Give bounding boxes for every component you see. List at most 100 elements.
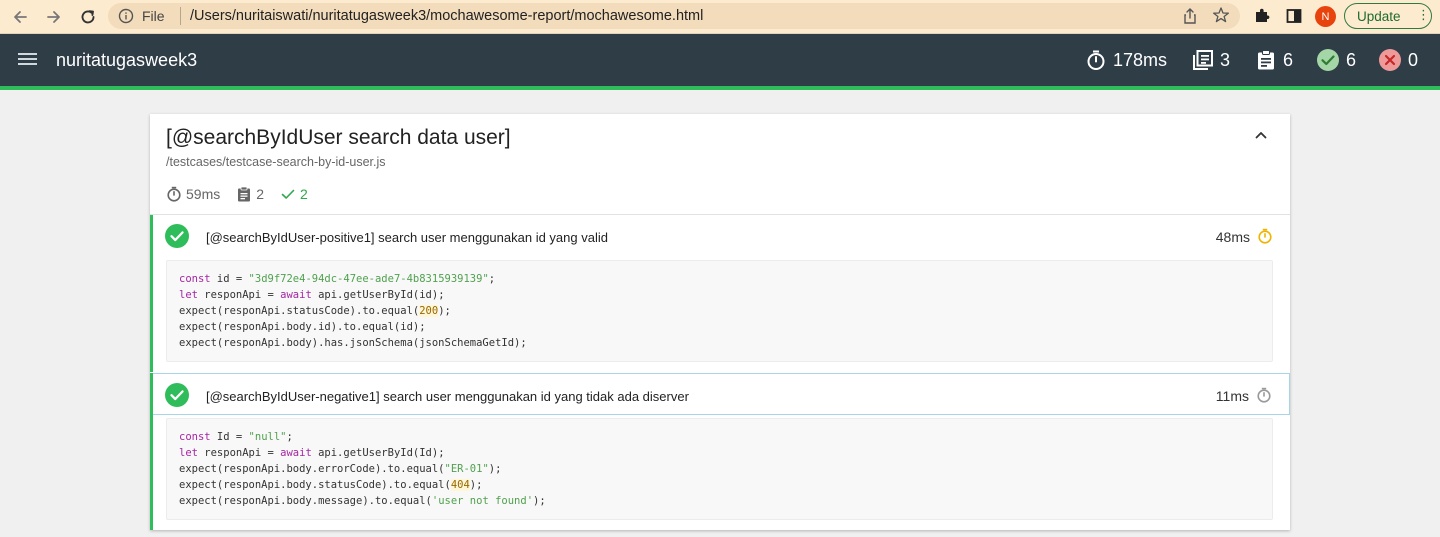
code-token: expect(responApi.body.statusCode).to.equ… <box>179 479 451 491</box>
code-line: let responApi = await api.getUserById(id… <box>179 287 1260 303</box>
tests-count[interactable]: 6 <box>1255 47 1293 73</box>
code-token: "ER-01" <box>444 463 489 475</box>
code-token: await <box>280 447 312 459</box>
code-token: "null" <box>248 431 287 443</box>
suite-duration-value: 59ms <box>186 186 221 202</box>
report-navbar: nuritatugasweek3 178ms 3 6 6 0 <box>0 34 1440 90</box>
share-icon[interactable] <box>1182 7 1198 25</box>
stopwatch-icon <box>167 186 181 202</box>
sidebar-panel-icon[interactable] <box>1284 6 1304 26</box>
browser-toolbar: File /Users/nuritaiswati/nuritatugasweek… <box>0 0 1440 34</box>
arrow-right-icon <box>47 11 60 23</box>
suite-passed-count: 2 <box>280 186 308 202</box>
suite-tests-value: 2 <box>256 186 265 202</box>
bookmark-star-icon[interactable] <box>1212 6 1230 24</box>
suites-count-value: 3 <box>1220 49 1231 70</box>
test-title: [@searchByIdUser-negative1] search user … <box>206 389 689 404</box>
code-token: api.getUserById(Id); <box>311 447 445 459</box>
library-books-icon <box>1193 50 1213 70</box>
url-text[interactable]: /Users/nuritaiswati/nuritatugasweek3/moc… <box>190 8 703 24</box>
kebab-menu-icon[interactable]: ⋮ <box>1417 8 1430 21</box>
code-token: api.getUserById(id); <box>311 289 445 301</box>
stopwatch-icon <box>1087 50 1105 70</box>
code-line: expect(responApi.body.message).to.equal(… <box>179 493 1260 509</box>
code-token: const <box>179 431 211 443</box>
suite-file-path: /testcases/testcase-search-by-id-user.js <box>166 155 386 169</box>
code-token: const <box>179 273 211 285</box>
passed-count[interactable]: 6 <box>1316 47 1356 73</box>
reload-icon <box>81 10 95 24</box>
back-button[interactable] <box>8 5 32 29</box>
update-button[interactable]: Update ⋮ <box>1344 3 1432 29</box>
check-icon <box>281 189 295 199</box>
forward-button[interactable] <box>42 5 66 29</box>
test-item[interactable]: [@searchByIdUser-positive1] search user … <box>150 215 1290 372</box>
code-token: 200 <box>419 305 439 317</box>
check-circle-icon <box>165 383 189 407</box>
code-token: responApi = <box>197 289 281 301</box>
total-duration: 178ms <box>1085 47 1167 73</box>
code-line: expect(responApi.statusCode).to.equal(20… <box>179 303 1260 319</box>
close-circle-icon <box>1379 49 1401 71</box>
chevron-up-icon[interactable] <box>1254 128 1268 142</box>
code-token: 404 <box>450 479 470 491</box>
suite-stats: 59ms 2 2 <box>166 184 324 204</box>
check-circle-icon <box>1317 49 1339 71</box>
code-token: expect(responApi.body.message).to.equal( <box>179 495 432 507</box>
test-duration: 48ms <box>1215 229 1250 245</box>
test-code-block: const id = "3d9f72e4-94dc-47ee-ade7-4b83… <box>166 260 1273 362</box>
code-token: 'user not found' <box>431 495 534 507</box>
code-token: ; <box>488 273 496 285</box>
hamburger-icon[interactable] <box>18 51 38 67</box>
suite-tests-count: 2 <box>236 186 264 202</box>
code-line: expect(responApi.body).has.jsonSchema(js… <box>179 335 1260 351</box>
test-header[interactable]: [@searchByIdUser-negative1] search user … <box>153 373 1290 415</box>
arrow-left-icon <box>14 11 27 23</box>
code-token: let <box>179 447 198 459</box>
test-title: [@searchByIdUser-positive1] search user … <box>206 230 608 245</box>
address-bar[interactable]: File /Users/nuritaiswati/nuritatugasweek… <box>108 3 1240 29</box>
update-label: Update <box>1357 9 1401 24</box>
reload-button[interactable] <box>76 5 100 29</box>
code-line: const Id = "null"; <box>179 429 1260 445</box>
code-line: const id = "3d9f72e4-94dc-47ee-ade7-4b83… <box>179 271 1260 287</box>
extensions-puzzle-icon[interactable] <box>1252 6 1272 26</box>
address-separator <box>180 7 181 25</box>
clipboard-icon <box>1258 50 1274 70</box>
failed-count-value: 0 <box>1408 49 1419 70</box>
test-code-block: const Id = "null"; let responApi = await … <box>166 418 1273 520</box>
code-token: id = <box>210 273 249 285</box>
code-token: ); <box>438 305 451 317</box>
test-item[interactable]: [@searchByIdUser-negative1] search user … <box>150 373 1290 530</box>
code-token: await <box>280 289 312 301</box>
passed-count-value: 6 <box>1346 49 1357 70</box>
clipboard-icon <box>238 186 251 202</box>
test-header[interactable]: [@searchByIdUser-positive1] search user … <box>153 215 1290 257</box>
code-token: expect(responApi.body).has.jsonSchema(js… <box>179 337 527 349</box>
suite-passed-value: 2 <box>300 186 308 202</box>
info-icon[interactable] <box>118 8 134 24</box>
code-token: ); <box>469 479 483 491</box>
code-line: expect(responApi.body.errorCode).to.equa… <box>179 461 1260 477</box>
code-token: ); <box>488 463 502 475</box>
stopwatch-icon <box>1258 228 1272 244</box>
code-line: expect(responApi.body.statusCode).to.equ… <box>179 477 1260 493</box>
code-token: ); <box>533 495 546 507</box>
failed-count[interactable]: 0 <box>1378 47 1418 73</box>
code-token: let <box>179 289 198 301</box>
code-token: "3d9f72e4-94dc-47ee-ade7-4b8315939139" <box>248 273 489 285</box>
code-token: Id = <box>210 431 249 443</box>
report-title: nuritatugasweek3 <box>56 50 198 70</box>
suites-count[interactable]: 3 <box>1192 47 1230 73</box>
check-circle-icon <box>165 224 189 248</box>
test-duration: 11ms <box>1215 388 1249 404</box>
profile-avatar[interactable]: N <box>1315 6 1336 27</box>
code-token: expect(responApi.statusCode).to.equal( <box>179 305 420 317</box>
file-label: File <box>142 8 165 24</box>
code-line: expect(responApi.body.id).to.equal(id); <box>179 319 1260 335</box>
tests-count-value: 6 <box>1283 49 1294 70</box>
code-token: responApi = <box>197 447 281 459</box>
code-line: let responApi = await api.getUserById(Id… <box>179 445 1260 461</box>
stopwatch-icon <box>1257 387 1271 403</box>
suite-card: [@searchByIdUser search data user] /test… <box>150 114 1290 530</box>
